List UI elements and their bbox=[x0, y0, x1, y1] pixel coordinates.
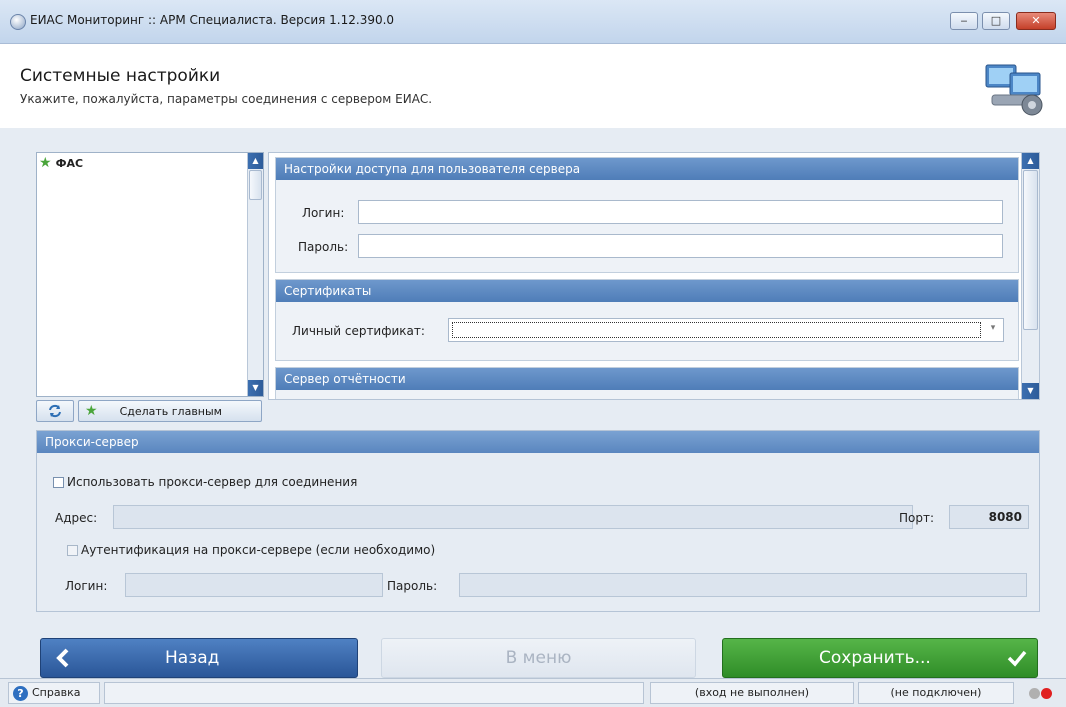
star-icon: ★ bbox=[85, 403, 98, 419]
certificates-panel-title: Сертификаты bbox=[276, 280, 1018, 302]
minimize-button[interactable]: ‒ bbox=[950, 12, 978, 30]
scroll-thumb[interactable] bbox=[1023, 170, 1038, 330]
login-status: (вход не выполнен) bbox=[650, 682, 854, 704]
report-server-panel-title: Сервер отчётности bbox=[276, 368, 1018, 390]
proxy-password-label: Пароль: bbox=[387, 579, 438, 593]
save-button[interactable]: Сохранить... bbox=[722, 638, 1038, 678]
page-header: Системные настройки Укажите, пожалуйста,… bbox=[0, 44, 1066, 129]
tree-item-label: ФАС bbox=[55, 156, 84, 170]
back-button-label: Назад bbox=[165, 648, 220, 668]
proxy-login-label: Логин: bbox=[65, 579, 108, 593]
arrow-left-icon bbox=[56, 648, 69, 668]
close-button[interactable]: ✕ bbox=[1016, 12, 1056, 30]
status-indicator-gray-icon bbox=[1029, 688, 1040, 699]
tree-scrollbar[interactable]: ▲ ▼ bbox=[247, 153, 263, 396]
personal-cert-label: Личный сертификат: bbox=[292, 324, 425, 338]
tree-item-fas[interactable]: ★ ФАС bbox=[39, 155, 83, 171]
status-bar: ? Справка (вход не выполнен) (не подключ… bbox=[0, 678, 1066, 707]
proxy-login-input[interactable] bbox=[125, 573, 383, 597]
use-proxy-checkbox[interactable] bbox=[53, 477, 64, 488]
access-panel: Настройки доступа для пользователя серве… bbox=[275, 157, 1019, 273]
window-titlebar: ЕИАС Мониторинг :: АРМ Специалиста. Верс… bbox=[0, 0, 1066, 44]
refresh-icon bbox=[49, 404, 61, 418]
report-server-panel: Сервер отчётности bbox=[275, 367, 1019, 399]
proxy-panel-title: Прокси-сервер bbox=[37, 431, 1039, 453]
checkmark-icon bbox=[1007, 650, 1027, 667]
access-panel-title: Настройки доступа для пользователя серве… bbox=[276, 158, 1018, 180]
use-proxy-label[interactable]: Использовать прокси-сервер для соединени… bbox=[67, 475, 357, 489]
personal-cert-select[interactable]: ▾ bbox=[448, 318, 1004, 342]
help-button[interactable]: ? Справка bbox=[8, 682, 100, 704]
help-label: Справка bbox=[32, 686, 81, 699]
scroll-thumb[interactable] bbox=[249, 170, 262, 200]
tree-toolbar: ★ Сделать главным bbox=[36, 400, 262, 422]
proxy-password-input[interactable] bbox=[459, 573, 1027, 597]
proxy-address-label: Адрес: bbox=[55, 511, 98, 525]
connection-status: (не подключен) bbox=[858, 682, 1014, 704]
back-button[interactable]: Назад bbox=[40, 638, 358, 678]
save-button-label: Сохранить... bbox=[819, 648, 931, 668]
scroll-down-arrow-icon[interactable]: ▼ bbox=[1022, 383, 1039, 399]
proxy-port-input[interactable]: 8080 bbox=[949, 505, 1029, 529]
proxy-panel: Прокси-сервер Использовать прокси-сервер… bbox=[36, 430, 1040, 612]
scroll-up-arrow-icon[interactable]: ▲ bbox=[1022, 153, 1039, 169]
proxy-auth-checkbox[interactable] bbox=[67, 545, 78, 556]
login-label: Логин: bbox=[302, 206, 345, 220]
scroll-up-arrow-icon[interactable]: ▲ bbox=[248, 153, 263, 169]
proxy-port-label: Порт: bbox=[899, 511, 935, 525]
proxy-auth-label[interactable]: Аутентификация на прокси-сервере (если н… bbox=[81, 543, 435, 557]
page-subtitle: Укажите, пожалуйста, параметры соединени… bbox=[20, 92, 433, 106]
maximize-button[interactable]: □ bbox=[982, 12, 1010, 30]
chevron-down-icon[interactable]: ▾ bbox=[985, 323, 1001, 333]
proxy-address-input[interactable] bbox=[113, 505, 913, 529]
status-indicator-red-icon bbox=[1041, 688, 1052, 699]
refresh-button[interactable] bbox=[36, 400, 74, 422]
personal-cert-value bbox=[452, 322, 981, 338]
make-main-label: Сделать главным bbox=[119, 404, 222, 418]
menu-button-label: В меню bbox=[505, 648, 572, 668]
network-settings-icon bbox=[985, 64, 1043, 116]
password-label: Пароль: bbox=[298, 240, 349, 254]
password-input[interactable] bbox=[358, 234, 1003, 258]
content-area: ★ ФАС ▲ ▼ ★ Сделать главным Настройки до… bbox=[0, 128, 1066, 678]
login-input[interactable] bbox=[358, 200, 1003, 224]
help-icon: ? bbox=[13, 685, 28, 701]
menu-button: В меню bbox=[381, 638, 696, 678]
make-main-button[interactable]: ★ Сделать главным bbox=[78, 400, 262, 422]
page-title: Системные настройки bbox=[20, 66, 221, 86]
server-tree[interactable]: ★ ФАС ▲ ▼ bbox=[36, 152, 264, 397]
settings-scroll-area[interactable]: Настройки доступа для пользователя серве… bbox=[268, 152, 1040, 400]
scroll-down-arrow-icon[interactable]: ▼ bbox=[248, 380, 263, 396]
status-message-cell bbox=[104, 682, 644, 704]
star-icon: ★ bbox=[39, 155, 52, 171]
settings-scrollbar[interactable]: ▲ ▼ bbox=[1021, 153, 1039, 399]
window-title: ЕИАС Мониторинг :: АРМ Специалиста. Верс… bbox=[30, 13, 395, 27]
certificates-panel: Сертификаты Личный сертификат: ▾ bbox=[275, 279, 1019, 361]
app-icon bbox=[10, 14, 26, 30]
